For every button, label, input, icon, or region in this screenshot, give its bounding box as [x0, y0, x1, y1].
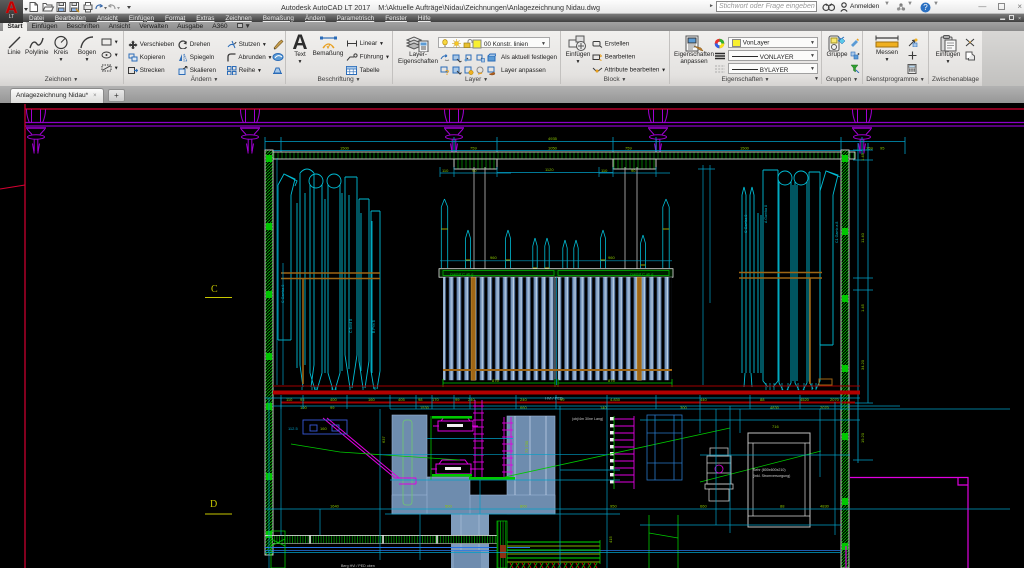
svg-text:19.20: 19.20 [860, 432, 865, 443]
svg-text:960: 960 [608, 255, 615, 260]
svg-text:1640: 1640 [330, 504, 340, 509]
svg-text:875: 875 [608, 378, 615, 383]
svg-text:660: 660 [700, 504, 707, 509]
svg-text:1500: 1500 [340, 146, 350, 151]
svg-text:C1 Gamb a 8: C1 Gamb a 8 [835, 222, 839, 243]
svg-text:73 730: 73 730 [524, 440, 529, 453]
svg-text:90: 90 [472, 168, 477, 173]
svg-text:4935: 4935 [548, 136, 558, 141]
svg-text:800: 800 [520, 504, 527, 509]
svg-text:112.5: 112.5 [288, 426, 298, 431]
svg-text:11.40: 11.40 [860, 232, 865, 242]
svg-text:4830: 4830 [820, 504, 830, 509]
svg-text:B Prin 8: B Prin 8 [372, 320, 376, 333]
svg-text:1050: 1050 [548, 146, 558, 151]
svg-text:759: 759 [625, 146, 632, 151]
svg-text:1500: 1500 [740, 146, 750, 151]
svg-text:759: 759 [470, 146, 477, 151]
svg-text:?: ? [923, 3, 928, 12]
svg-text:C: C [211, 284, 218, 295]
svg-text:160: 160 [320, 426, 327, 431]
svg-text:C Gamba 8: C Gamba 8 [744, 215, 748, 233]
svg-text:88: 88 [780, 504, 785, 509]
svg-text:950: 950 [610, 504, 617, 509]
svg-text:Berg HVi / PED oben: Berg HVi / PED oben [341, 564, 375, 568]
svg-text:Sehr (800x600x210): Sehr (800x600x210) [753, 468, 786, 472]
svg-text:(inkl. Stromversorgung): (inkl. Stromversorgung) [753, 474, 790, 478]
svg-text:1.45: 1.45 [860, 152, 865, 161]
svg-text:716: 716 [772, 424, 779, 429]
svg-text:95: 95 [880, 146, 885, 151]
svg-text:Gamst C ab g: Gamst C ab g [630, 273, 653, 277]
svg-text:960: 960 [490, 255, 497, 260]
svg-text:A Gamba 8: A Gamba 8 [764, 205, 768, 223]
svg-text:415: 415 [608, 536, 613, 543]
svg-text:500: 500 [445, 504, 452, 509]
svg-text:1120: 1120 [545, 167, 554, 172]
svg-text:1.45: 1.45 [860, 303, 865, 312]
svg-text:637: 637 [381, 436, 386, 443]
svg-text:110: 110 [442, 168, 449, 173]
svg-text:(obj/4m 30ne Lang): (obj/4m 30ne Lang) [572, 417, 603, 421]
svg-text:C Bord 8: C Bord 8 [349, 319, 353, 333]
svg-text:D: D [210, 499, 217, 510]
svg-text:875: 875 [492, 378, 499, 383]
svg-text:34.20: 34.20 [860, 359, 865, 370]
svg-text:90: 90 [631, 168, 636, 173]
svg-text:Gamst C ab g: Gamst C ab g [450, 273, 473, 277]
